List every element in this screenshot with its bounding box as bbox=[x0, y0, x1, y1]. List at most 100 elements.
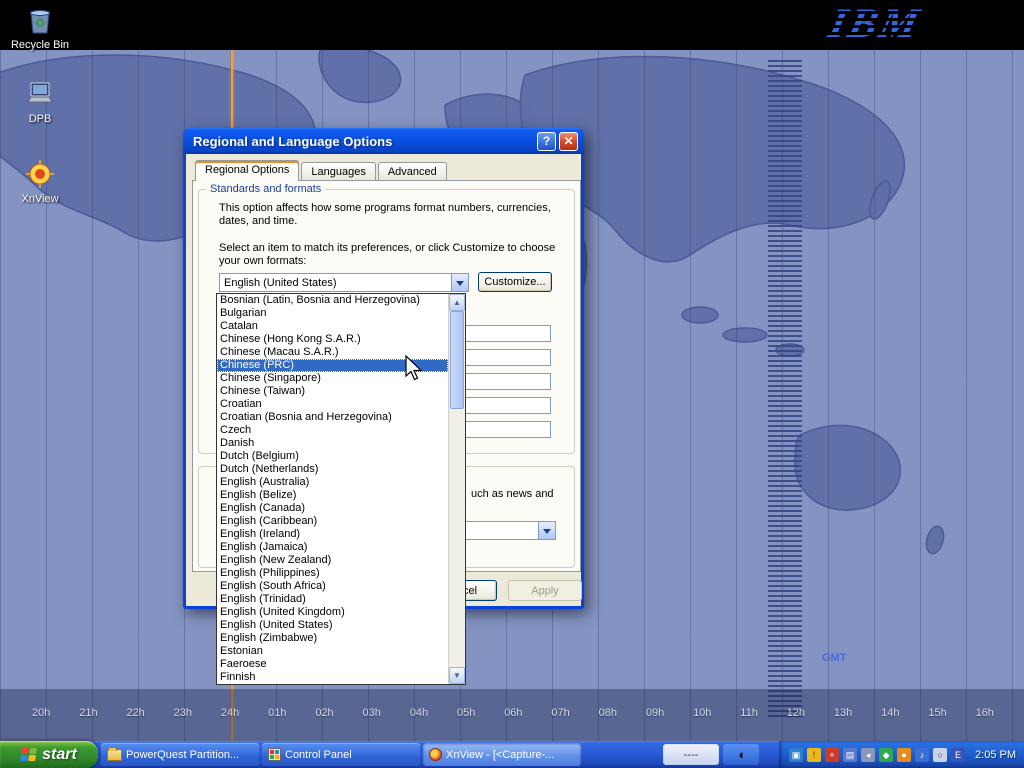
language-option[interactable]: Dutch (Belgium) bbox=[217, 450, 448, 463]
language-option[interactable]: English (New Zealand) bbox=[217, 554, 448, 567]
gmt-label: GMT bbox=[822, 652, 846, 664]
recycle-bin-desktop-icon[interactable]: ♻ Recycle Bin bbox=[8, 4, 72, 51]
language-option[interactable]: English (Trinidad) bbox=[217, 593, 448, 606]
combobox-dropdown-arrow-icon[interactable] bbox=[538, 522, 555, 539]
language-option[interactable]: Croatian bbox=[217, 398, 448, 411]
scroll-down-arrow-icon[interactable]: ▼ bbox=[449, 667, 465, 684]
xnview-desktop-icon[interactable]: XnView bbox=[8, 158, 72, 205]
timezone-label: 14h bbox=[881, 707, 899, 719]
language-option[interactable]: Finnish bbox=[217, 671, 448, 684]
language-option[interactable]: English (Caribbean) bbox=[217, 515, 448, 528]
language-option[interactable]: Bulgarian bbox=[217, 307, 448, 320]
network-status-icon[interactable]: ▣ bbox=[789, 748, 803, 762]
security-center-icon[interactable]: ! bbox=[807, 748, 821, 762]
timezone-label: 16h bbox=[976, 707, 994, 719]
format-combobox[interactable]: English (United States) bbox=[219, 273, 469, 292]
svg-text:♻: ♻ bbox=[35, 16, 46, 30]
language-option[interactable]: English (Belize) bbox=[217, 489, 448, 502]
language-option[interactable]: English (Zimbabwe) bbox=[217, 632, 448, 645]
language-option[interactable]: English (Canada) bbox=[217, 502, 448, 515]
dpb-desktop-icon[interactable]: DPB bbox=[8, 78, 72, 125]
tab-regional-options[interactable]: Regional Options bbox=[195, 160, 299, 181]
scrollbar-track[interactable] bbox=[449, 409, 465, 667]
apply-button[interactable]: Apply bbox=[508, 580, 582, 601]
language-option[interactable]: Chinese (Hong Kong S.A.R.) bbox=[217, 333, 448, 346]
language-option[interactable]: English (Australia) bbox=[217, 476, 448, 489]
language-dropdown-panel: Bosnian (Latin, Bosnia and Herzegovina)B… bbox=[216, 293, 466, 685]
timezone-label: 23h bbox=[174, 707, 192, 719]
laptop-icon bbox=[23, 78, 57, 110]
update-icon[interactable]: ● bbox=[897, 748, 911, 762]
desktop-top-strip: IBM bbox=[0, 0, 1024, 50]
dialog-titlebar[interactable]: Regional and Language Options ? ✕ bbox=[183, 128, 584, 154]
language-option[interactable]: Chinese (Macau S.A.R.) bbox=[217, 346, 448, 359]
recycle-bin-icon: ♻ bbox=[23, 4, 57, 36]
help-button[interactable]: ? bbox=[537, 132, 556, 151]
customize-button[interactable]: Customize... bbox=[478, 272, 552, 292]
tab-languages[interactable]: Languages bbox=[301, 162, 375, 181]
language-option[interactable]: English (United States) bbox=[217, 619, 448, 632]
language-option[interactable]: English (South Africa) bbox=[217, 580, 448, 593]
language-option[interactable]: Estonian bbox=[217, 645, 448, 658]
location-text-fragment: uch as news and bbox=[471, 488, 554, 500]
timezone-label: 02h bbox=[315, 707, 333, 719]
language-option[interactable]: Bosnian (Latin, Bosnia and Herzegovina) bbox=[217, 294, 448, 307]
language-option[interactable]: Chinese (PRC) bbox=[217, 359, 448, 372]
standards-description: This option affects how some programs fo… bbox=[219, 202, 569, 228]
antivirus-icon[interactable]: + bbox=[825, 748, 839, 762]
task-xnview[interactable]: XnView - [<Capture-... bbox=[423, 743, 581, 766]
language-option[interactable]: English (Ireland) bbox=[217, 528, 448, 541]
desktop: 20h21h22h23h24h01h02h03h04h05h06h07h08h0… bbox=[0, 0, 1024, 768]
system-tray: ▣! + ▤ ◂ ◆ ● ♪ ○ E 2:05 PM bbox=[779, 741, 1024, 768]
task-powerquest-partition[interactable]: PowerQuest Partition... bbox=[101, 743, 259, 766]
timezone-label: 12h bbox=[787, 707, 805, 719]
combobox-dropdown-arrow-icon[interactable] bbox=[451, 274, 468, 291]
taskbar-icon-button[interactable]: ◖ bbox=[723, 744, 759, 765]
timezone-label: 22h bbox=[126, 707, 144, 719]
language-dropdown-list: Bosnian (Latin, Bosnia and Herzegovina)B… bbox=[217, 294, 448, 684]
timezone-label: 20h bbox=[32, 707, 50, 719]
taskbar-mini-window-button[interactable]: ---- bbox=[663, 744, 719, 765]
language-option[interactable]: Chinese (Singapore) bbox=[217, 372, 448, 385]
timezone-label: 01h bbox=[268, 707, 286, 719]
language-bar-icon[interactable]: E bbox=[951, 748, 965, 762]
dialog-tabstrip: Regional Options Languages Advanced bbox=[195, 161, 449, 181]
taskbar-clock[interactable]: 2:05 PM bbox=[975, 749, 1016, 761]
dropdown-scrollbar[interactable]: ▲ ▼ bbox=[448, 294, 465, 684]
timezone-label: 11h bbox=[740, 707, 758, 719]
language-option[interactable]: Catalan bbox=[217, 320, 448, 333]
timezone-label: 10h bbox=[693, 707, 711, 719]
start-button[interactable]: start bbox=[0, 741, 98, 768]
language-option[interactable]: Czech bbox=[217, 424, 448, 437]
messenger-icon[interactable]: ◆ bbox=[879, 748, 893, 762]
task-control-panel[interactable]: Control Panel bbox=[262, 743, 420, 766]
dialog-title: Regional and Language Options bbox=[193, 134, 534, 149]
removable-hardware-icon[interactable]: ◂ bbox=[861, 748, 875, 762]
language-option[interactable]: English (United Kingdom) bbox=[217, 606, 448, 619]
close-button[interactable]: ✕ bbox=[559, 132, 578, 151]
standards-group-title: Standards and formats bbox=[206, 183, 325, 195]
language-option[interactable]: Chinese (Taiwan) bbox=[217, 385, 448, 398]
display-settings-icon[interactable]: ▤ bbox=[843, 748, 857, 762]
xnview-icon bbox=[23, 158, 57, 190]
timezone-label: 21h bbox=[79, 707, 97, 719]
standards-instruction: Select an item to match its preferences,… bbox=[219, 242, 569, 268]
language-option[interactable]: Danish bbox=[217, 437, 448, 450]
scroll-up-arrow-icon[interactable]: ▲ bbox=[449, 294, 465, 311]
taskbar: start PowerQuest Partition... Control Pa… bbox=[0, 741, 1024, 768]
volume-icon[interactable]: ♪ bbox=[915, 748, 929, 762]
language-option[interactable]: English (Philippines) bbox=[217, 567, 448, 580]
scrollbar-thumb[interactable] bbox=[450, 311, 464, 409]
language-option[interactable]: Croatian (Bosnia and Herzegovina) bbox=[217, 411, 448, 424]
language-option[interactable]: English (Jamaica) bbox=[217, 541, 448, 554]
language-option[interactable]: Dutch (Netherlands) bbox=[217, 463, 448, 476]
tab-advanced[interactable]: Advanced bbox=[378, 162, 447, 181]
timezone-label: 08h bbox=[599, 707, 617, 719]
format-combobox-value: English (United States) bbox=[220, 277, 451, 289]
language-option[interactable]: Faeroese bbox=[217, 658, 448, 671]
ibm-logo: IBM bbox=[804, 0, 946, 50]
timezone-label: 04h bbox=[410, 707, 428, 719]
scheduler-icon[interactable]: ○ bbox=[933, 748, 947, 762]
xnview-icon bbox=[429, 748, 442, 761]
xnview-label: XnView bbox=[8, 193, 72, 205]
